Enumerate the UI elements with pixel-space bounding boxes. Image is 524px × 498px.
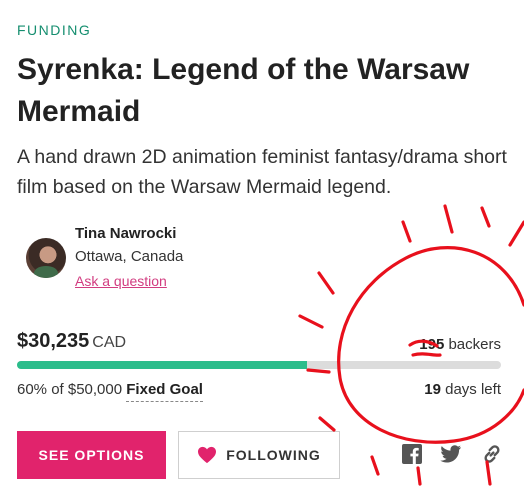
heart-icon (198, 446, 217, 464)
days-left: 19 days left (424, 381, 501, 398)
days-number: 19 (424, 381, 441, 398)
pledged-amount: $30,235 CAD (17, 330, 126, 353)
twitter-icon[interactable] (440, 443, 462, 465)
project-title: Syrenka: Legend of the Warsaw Mermaid (17, 53, 470, 128)
facebook-icon[interactable] (401, 443, 423, 465)
project-blurb: A hand drawn 2D animation feminist fanta… (17, 146, 507, 198)
backers-number: 195 (419, 336, 445, 353)
backers-count: 195 backers (419, 336, 501, 353)
following-button[interactable]: FOLLOWING (178, 431, 340, 479)
pledged-currency: CAD (92, 334, 127, 351)
creator-location: Ottawa, Canada (75, 248, 184, 265)
funding-progress-fill (17, 361, 308, 369)
pledged-value: $30,235 (17, 330, 90, 352)
funding-progress-bar (17, 361, 501, 369)
goal-summary: 60% of $50,000 Fixed Goal (17, 381, 203, 402)
creator-avatar[interactable] (26, 238, 66, 278)
see-options-button[interactable]: SEE OPTIONS (17, 431, 166, 479)
ask-question-link[interactable]: Ask a question (75, 273, 167, 289)
link-icon[interactable] (481, 443, 503, 465)
backers-label: backers (448, 336, 501, 353)
goal-percent-text: 60% of $50,000 (17, 381, 123, 398)
fixed-goal-link[interactable]: Fixed Goal (126, 381, 203, 402)
project-category[interactable]: FUNDING (17, 22, 91, 38)
creator-name[interactable]: Tina Nawrocki (75, 225, 176, 242)
following-label: FOLLOWING (226, 447, 321, 463)
days-label: days left (445, 381, 501, 398)
